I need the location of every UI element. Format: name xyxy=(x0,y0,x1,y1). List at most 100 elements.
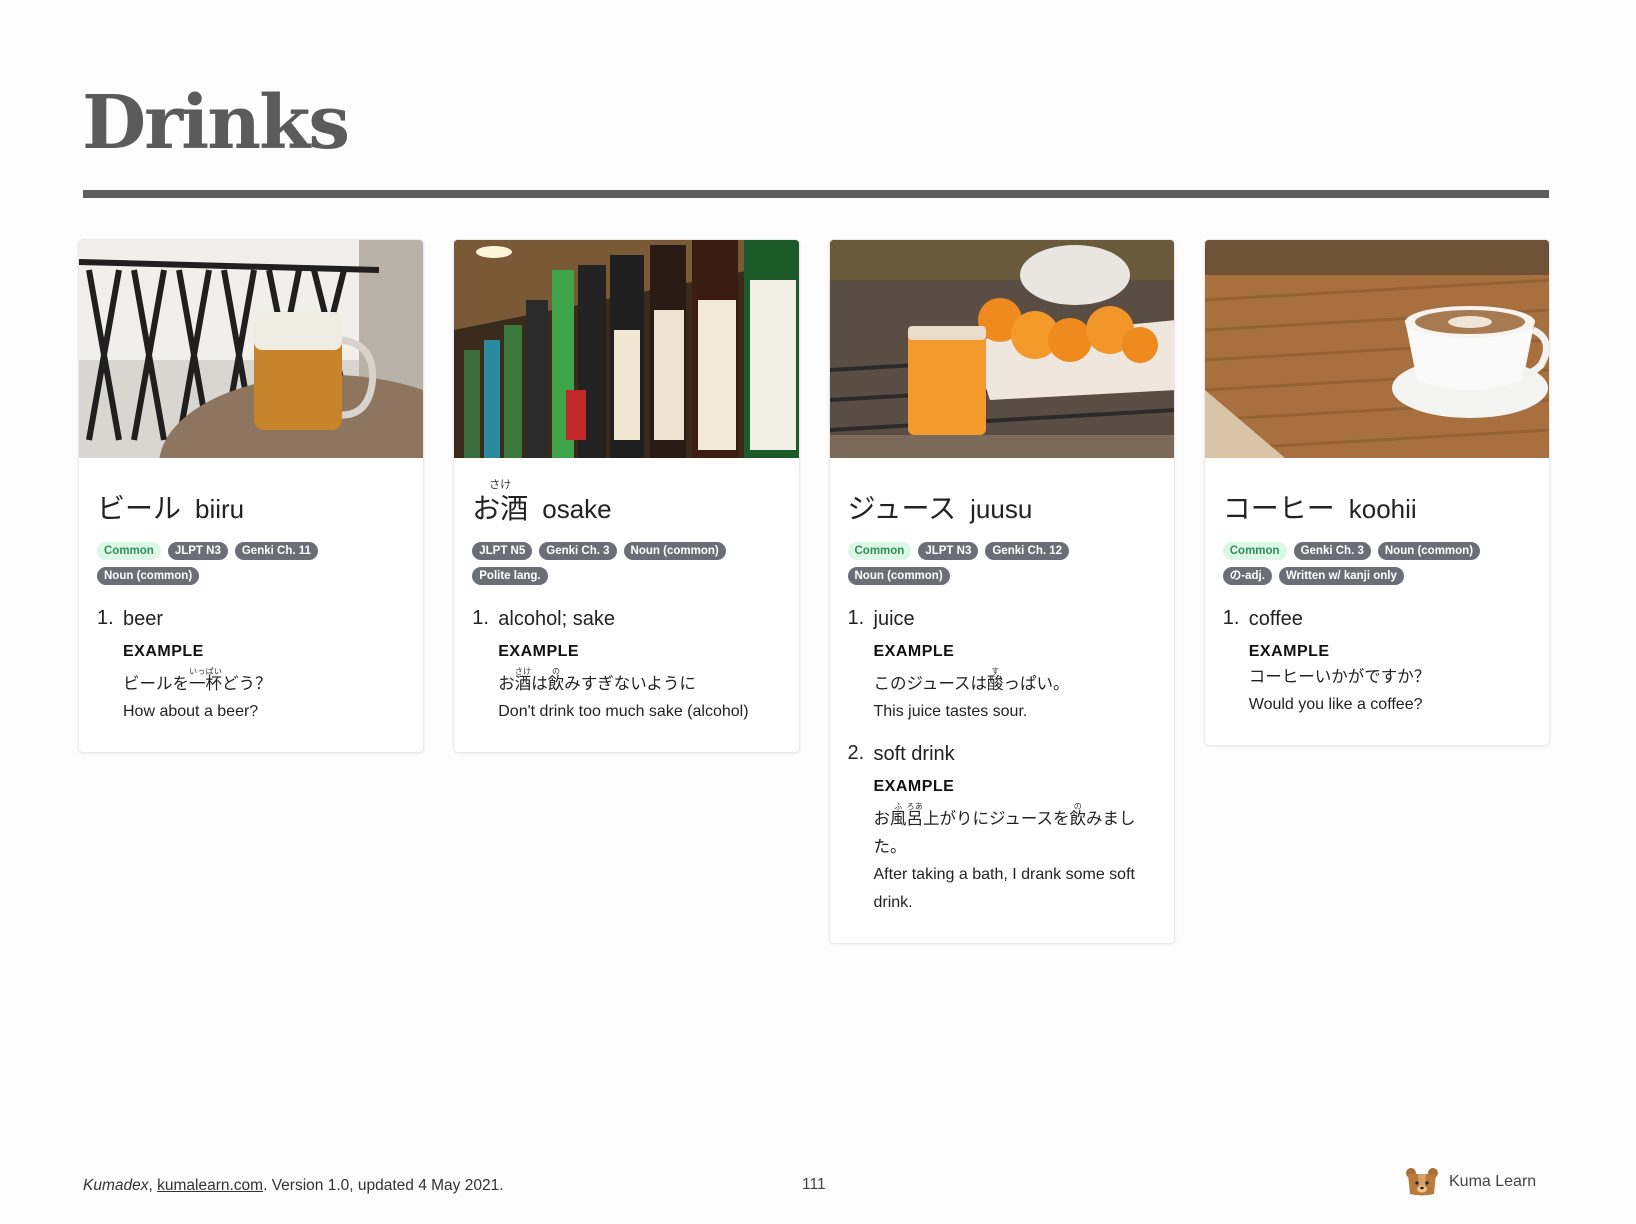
coffee-image xyxy=(1204,240,1549,458)
example-english: Don't drink too much sake (alcohol) xyxy=(498,703,749,720)
tag-list: Common Genki Ch. 3 Noun (common) の-adj. Writ… xyxy=(1222,542,1531,585)
vocab-card: コーヒー koohii Common Genki Ch. 3 Noun (commo… xyxy=(1203,239,1550,746)
sense-gloss: soft drink xyxy=(873,743,955,765)
tag-badge: Noun (common) xyxy=(97,567,200,585)
tag-list: Common JLPT N3 Genki Ch. 12 Noun (common) xyxy=(847,542,1156,585)
brand-name: Kuma Learn xyxy=(1449,1173,1537,1190)
headword-furigana: さけ xyxy=(489,479,512,491)
tag-badge: Noun (common) xyxy=(1377,542,1481,560)
sense-number: 1. xyxy=(1222,607,1240,629)
tag-badge: Common xyxy=(847,542,912,560)
tag-badge: Genki Ch. 3 xyxy=(1293,542,1371,560)
tag-badge: JLPT N3 xyxy=(167,542,228,560)
sense-list: 1. juice EXAMPLE このジュースは酸すっぱい。 This juice ta… xyxy=(848,607,1156,917)
version-text: . Version 1.0, updated 4 May 2021. xyxy=(263,1177,504,1194)
tag-badge: Written w/ kanji only xyxy=(1278,567,1404,585)
sense-item: 2. soft drink EXAMPLE お風ふ呂ろあ上がりにジュースを飲のみました… xyxy=(848,742,1156,917)
tag-list: JLPT N5 Genki Ch. 3 Noun (common) Polite la… xyxy=(472,542,780,585)
source-link[interactable]: kumalearn.com xyxy=(157,1177,263,1194)
source-title: Kumadex xyxy=(83,1177,149,1194)
furigana-word: 一杯いっぱい xyxy=(189,667,222,693)
example-english: Would you like a coffee? xyxy=(1248,696,1423,713)
juice-image xyxy=(829,240,1174,458)
sense-number: 1. xyxy=(97,607,114,629)
bear-logo-icon xyxy=(1406,1168,1438,1196)
furigana-word: 酒さけ xyxy=(514,667,532,693)
page-number: 111 xyxy=(802,1176,826,1193)
sense-number: 1. xyxy=(847,607,865,629)
furigana: ふ xyxy=(890,802,907,811)
headword: さけお酒 osake xyxy=(472,478,780,526)
brand-logo: Kuma Learn xyxy=(1405,1168,1536,1196)
sense-item: 1. alcohol; sake EXAMPLE お酒さけは飲のみすぎないように Don… xyxy=(472,607,780,726)
furigana-word: 呂ろあ xyxy=(906,802,924,828)
example-japanese: このジュースは酸すっぱい。 xyxy=(873,667,1070,693)
furigana: の xyxy=(1069,802,1087,811)
sake-bottles-photo xyxy=(454,240,799,458)
tag-badge: Polite lang. xyxy=(472,567,548,585)
tag-badge: Genki Ch. 3 xyxy=(539,542,617,560)
tag-badge: JLPT N5 xyxy=(472,542,533,560)
example-label: EXAMPLE xyxy=(1248,643,1330,660)
title-divider xyxy=(83,190,1549,198)
example-label: EXAMPLE xyxy=(873,778,955,795)
vocab-card-grid: ビール biiru Common JLPT N3 Genki Ch. 11 Noun … xyxy=(78,239,1550,944)
furigana: す xyxy=(987,667,1004,676)
tag-list: Common JLPT N3 Genki Ch. 11 Noun (common) xyxy=(97,542,405,585)
headword: ビール biiru xyxy=(97,478,405,526)
example-label: EXAMPLE xyxy=(498,643,580,660)
sense-item: 1. juice EXAMPLE このジュースは酸すっぱい。 This juice ta… xyxy=(848,607,1156,726)
sense-number: 1. xyxy=(472,607,489,629)
vocab-card: ジュース juusu Common JLPT N3 Genki Ch. 12 Noun… xyxy=(828,239,1175,944)
sense-list: 1. beer EXAMPLE ビールを一杯いっぱいどう？ How about a be… xyxy=(97,607,405,726)
sense-list: 1. coffee EXAMPLE コーヒーいかがですか？ Would you like… xyxy=(1223,607,1531,719)
beer-photo xyxy=(79,240,424,458)
example-english: How about a beer? xyxy=(123,703,259,720)
sense-gloss: coffee xyxy=(1248,608,1303,630)
sense-item: 1. beer EXAMPLE ビールを一杯いっぱいどう？ How about a be… xyxy=(97,607,405,726)
orange-juice-photo xyxy=(829,240,1174,458)
tag-badge: の-adj. xyxy=(1222,567,1272,585)
headword-romaji: juusu xyxy=(970,494,1033,524)
headword-japanese: コーヒー xyxy=(1222,493,1335,524)
tag-badge: Common xyxy=(97,542,161,560)
sense-item: 1. coffee EXAMPLE コーヒーいかがですか？ Would you like… xyxy=(1223,607,1531,719)
headword-japanese: ビール xyxy=(97,493,182,524)
tag-badge: Noun (common) xyxy=(623,542,726,560)
headword-romaji: osake xyxy=(542,494,612,524)
furigana-word: 飲の xyxy=(547,667,565,693)
vocab-card: さけ お酒 osake JLPT N5 Genki Ch. 3 Noun (commo… xyxy=(453,239,800,753)
headword-japanese: ジュース xyxy=(847,493,957,524)
tag-badge: Genki Ch. 11 xyxy=(234,542,318,560)
example-japanese: ビールを一杯いっぱいどう？ xyxy=(123,667,272,693)
furigana-word: 酸す xyxy=(987,667,1004,693)
furigana: いっぱい xyxy=(189,667,222,676)
tag-badge: Noun (common) xyxy=(847,567,950,585)
example-japanese: コーヒーいかがですか？ xyxy=(1248,668,1431,686)
footer-credit: Kumadex, kumalearn.com. Version 1.0, upd… xyxy=(83,1177,504,1194)
tag-badge: Genki Ch. 12 xyxy=(985,542,1070,560)
furigana: の xyxy=(547,667,565,676)
sense-list: 1. alcohol; sake EXAMPLE お酒さけは飲のみすぎないように Don… xyxy=(472,607,780,726)
furigana-word: 風ふ xyxy=(890,802,907,828)
vocab-card: ビール biiru Common JLPT N3 Genki Ch. 11 Noun … xyxy=(78,239,425,753)
sense-gloss: alcohol; sake xyxy=(498,608,615,630)
page-title: Drinks xyxy=(82,80,350,166)
headword-japanese: お酒 xyxy=(472,493,529,524)
sense-number: 2. xyxy=(847,742,865,764)
example-japanese: お酒さけは飲のみすぎないように xyxy=(498,667,696,693)
sense-gloss: juice xyxy=(873,608,915,630)
sense-gloss: beer xyxy=(123,608,164,630)
headword-romaji: biiru xyxy=(195,494,245,524)
beer-image xyxy=(79,240,424,458)
tag-badge: JLPT N3 xyxy=(918,542,979,560)
coffee-cup-photo xyxy=(1204,240,1549,458)
headword: コーヒー koohii xyxy=(1223,478,1531,526)
furigana-word: 飲の xyxy=(1069,802,1087,828)
example-label: EXAMPLE xyxy=(123,643,204,660)
example-english: After taking a bath, I drank some soft d… xyxy=(873,866,1135,911)
headword: ジュース juusu xyxy=(848,478,1156,526)
furigana: さけ xyxy=(514,667,532,676)
example-label: EXAMPLE xyxy=(873,643,955,660)
furigana: ろあ xyxy=(906,802,924,811)
